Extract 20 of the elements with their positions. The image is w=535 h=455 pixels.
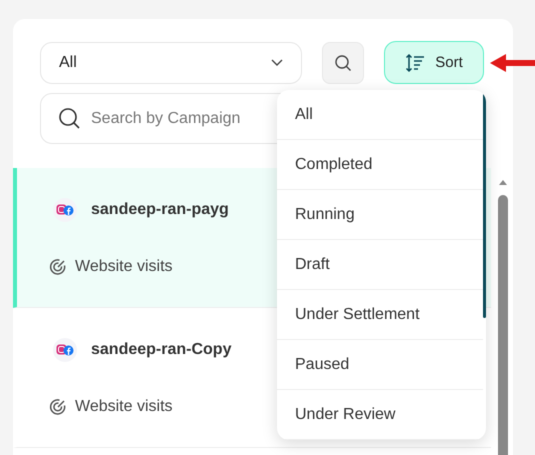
target-icon bbox=[49, 398, 67, 416]
search-icon bbox=[334, 54, 352, 72]
scrollbar-thumb[interactable] bbox=[498, 195, 508, 455]
campaign-objective: Website visits bbox=[75, 398, 173, 416]
instagram-facebook-icon bbox=[53, 338, 77, 362]
target-icon bbox=[49, 258, 67, 276]
sort-menu-item[interactable]: Under Review bbox=[277, 390, 483, 440]
sort-button[interactable]: Sort bbox=[384, 41, 484, 84]
sort-menu-item[interactable]: Paused bbox=[277, 340, 483, 390]
search-icon bbox=[58, 107, 80, 129]
campaign-name: sandeep-ran-payg bbox=[91, 201, 229, 219]
pointer-arrow-icon bbox=[490, 53, 535, 73]
campaign-name: sandeep-ran-Copy bbox=[91, 341, 232, 359]
sort-icon bbox=[405, 52, 426, 72]
chevron-down-icon bbox=[271, 58, 283, 66]
scroll-up-arrow-icon[interactable] bbox=[498, 178, 508, 186]
instagram-facebook-icon bbox=[53, 198, 77, 222]
search-button[interactable] bbox=[322, 42, 364, 84]
status-filter-dropdown[interactable]: All bbox=[40, 42, 302, 84]
campaign-objective: Website visits bbox=[75, 258, 173, 276]
